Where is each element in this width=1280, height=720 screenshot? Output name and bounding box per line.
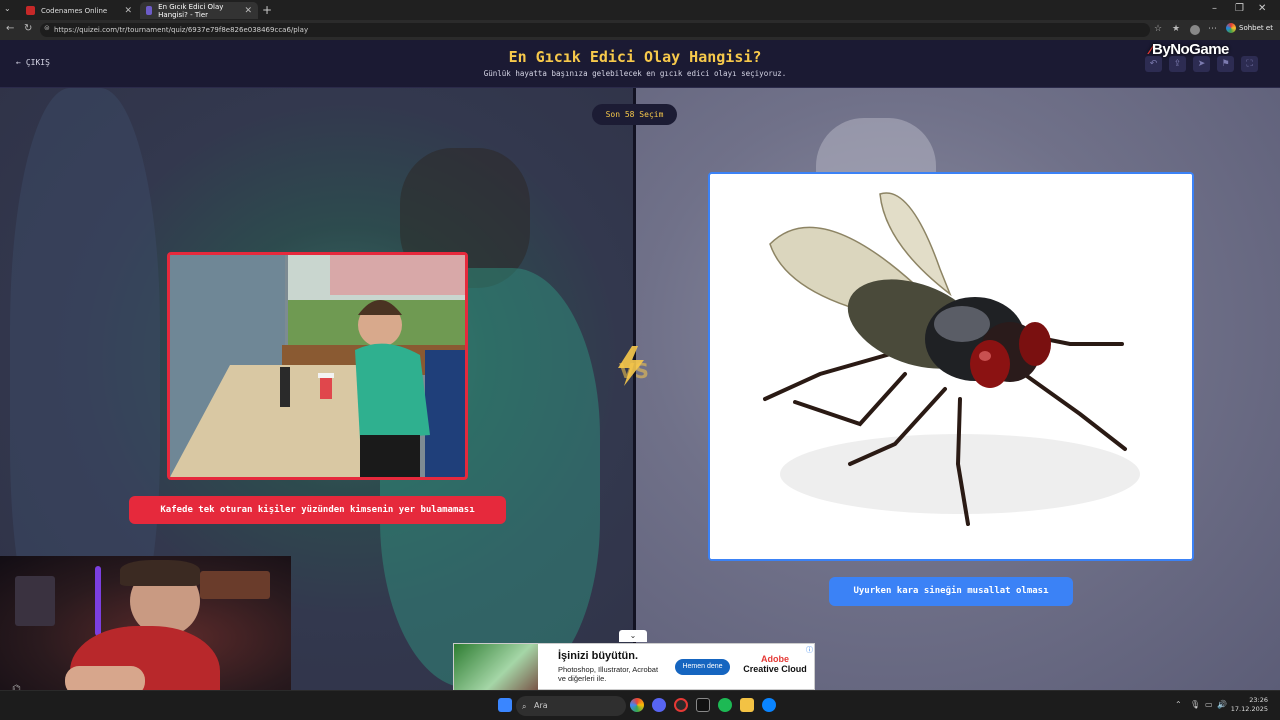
favorites-icon[interactable]: ★ xyxy=(1172,24,1180,34)
brand-watermark: ⁄ByNoGame xyxy=(1150,41,1229,58)
copilot-icon xyxy=(1226,23,1236,33)
ad-body: Photoshop, Illustrator, Acrobat ve diğer… xyxy=(558,665,659,683)
ad-cta-button[interactable]: Hemen dene xyxy=(675,659,730,675)
clock-date: 17.12.2025 xyxy=(1230,705,1268,713)
obs-icon[interactable] xyxy=(674,698,688,712)
back-icon[interactable]: ← xyxy=(6,23,14,34)
vs-text: VS xyxy=(619,359,649,383)
tab-quiz[interactable]: En Gıcık Edici Olay Hangisi? - Tier ✕ xyxy=(140,2,258,19)
vs-badge: VS xyxy=(608,344,660,388)
ad-brand-line2: Creative Cloud xyxy=(743,664,807,674)
tab-title: Codenames Online xyxy=(41,6,108,15)
tab-title: En Gıcık Edici Olay Hangisi? - Tier xyxy=(158,2,224,19)
clock-time: 23:26 xyxy=(1249,696,1268,704)
chrome-icon[interactable] xyxy=(630,698,644,712)
share-icon[interactable]: ⇪ xyxy=(1169,56,1186,72)
ad-brand: Adobe Creative Cloud xyxy=(740,654,810,674)
search-icon: ⌕ xyxy=(522,702,527,711)
page-header: ← ÇIKIŞ En Gıcık Edici Olay Hangisi? Gün… xyxy=(0,40,1280,88)
right-option-image[interactable] xyxy=(708,172,1194,561)
spotify-icon[interactable] xyxy=(718,698,732,712)
copilot-label: Sohbet et xyxy=(1239,24,1273,32)
adobe-ad-banner[interactable]: İşinizi büyütün. Photoshop, Illustrator,… xyxy=(453,643,815,690)
discord-icon[interactable] xyxy=(652,698,666,712)
page-title: En Gıcık Edici Olay Hangisi? xyxy=(508,48,762,66)
bookmark-star-icon[interactable]: ☆ xyxy=(1154,24,1162,34)
collapse-ad-icon[interactable]: ⌄ xyxy=(619,630,647,642)
site-info-icon[interactable]: ⊜ xyxy=(44,24,50,32)
copilot-chat-button[interactable]: Sohbet et xyxy=(1226,23,1273,33)
ad-headline: İşinizi büyütün. xyxy=(558,650,639,662)
url-field[interactable]: https://quizei.com/tr/tournament/quiz/69… xyxy=(40,23,1150,37)
streamer-hair xyxy=(120,560,200,586)
flag-icon[interactable]: ⚑ xyxy=(1217,56,1234,72)
terminal-icon[interactable] xyxy=(696,698,710,712)
network-icon[interactable]: ▭ xyxy=(1205,700,1213,709)
left-option-label[interactable]: Kafede tek oturan kişiler yüzünden kimse… xyxy=(129,496,506,524)
page-subtitle: Günlük hayatta başınıza gelebilecek en g… xyxy=(483,69,787,78)
tab-codenames[interactable]: Codenames Online ✕ xyxy=(20,2,138,19)
undo-icon[interactable]: ↶ xyxy=(1145,56,1162,72)
more-menu-icon[interactable]: ⋯ xyxy=(1208,24,1217,34)
quizei-favicon-icon xyxy=(146,6,153,15)
brand-text: ByNoGame xyxy=(1152,41,1229,58)
maximize-icon[interactable]: ❐ xyxy=(1235,3,1244,14)
send-icon[interactable]: ➤ xyxy=(1193,56,1210,72)
close-tab-icon[interactable]: ✕ xyxy=(244,6,252,16)
codenames-favicon-icon xyxy=(26,6,35,15)
file-explorer-icon[interactable] xyxy=(740,698,754,712)
windows-taskbar: Ara ⌕ ⌃ 🎙 ▭ 🔊 23:26 17.12.2025 xyxy=(0,690,1280,720)
tab-search-icon[interactable]: ⌄ xyxy=(4,4,16,16)
fullscreen-icon[interactable]: ⛶ xyxy=(1241,56,1258,72)
taskbar-clock[interactable]: 23:26 17.12.2025 xyxy=(1228,696,1268,714)
left-option-image[interactable] xyxy=(167,252,468,480)
ad-brand-line1: Adobe xyxy=(761,654,789,664)
start-icon[interactable] xyxy=(498,698,512,712)
taskbar-search[interactable]: Ara xyxy=(516,696,626,716)
shelf xyxy=(15,576,55,626)
cafe-photo xyxy=(170,255,465,477)
ad-info-icon[interactable]: ⓘ xyxy=(806,645,813,655)
round-indicator: Son 58 Seçim xyxy=(592,104,677,125)
edge-icon[interactable] xyxy=(762,698,776,712)
ad-image xyxy=(454,644,538,690)
mic-icon[interactable]: 🎙 xyxy=(1190,700,1200,709)
minimize-icon[interactable]: – xyxy=(1212,3,1217,14)
lightning-icon: VS xyxy=(618,346,649,386)
profile-avatar[interactable] xyxy=(1190,25,1200,35)
volume-icon[interactable]: 🔊 xyxy=(1217,700,1227,709)
address-bar-row: ← ↻ https://quizei.com/tr/tournament/qui… xyxy=(0,20,1280,40)
center-divider xyxy=(633,88,636,690)
new-tab-icon[interactable]: + xyxy=(262,3,272,17)
close-window-icon[interactable]: ✕ xyxy=(1258,3,1266,14)
fly-photo xyxy=(710,174,1192,559)
light-strip xyxy=(95,566,101,636)
browser-tab-bar: ⌄ Codenames Online ✕ En Gıcık Edici Olay… xyxy=(0,0,1280,20)
refresh-icon[interactable]: ↻ xyxy=(24,23,32,34)
shelf xyxy=(200,571,270,599)
right-option-label[interactable]: Uyurken kara sineğin musallat olması xyxy=(829,577,1073,606)
tray-chevron-icon[interactable]: ⌃ xyxy=(1175,700,1182,709)
close-tab-icon[interactable]: ✕ xyxy=(124,6,132,16)
